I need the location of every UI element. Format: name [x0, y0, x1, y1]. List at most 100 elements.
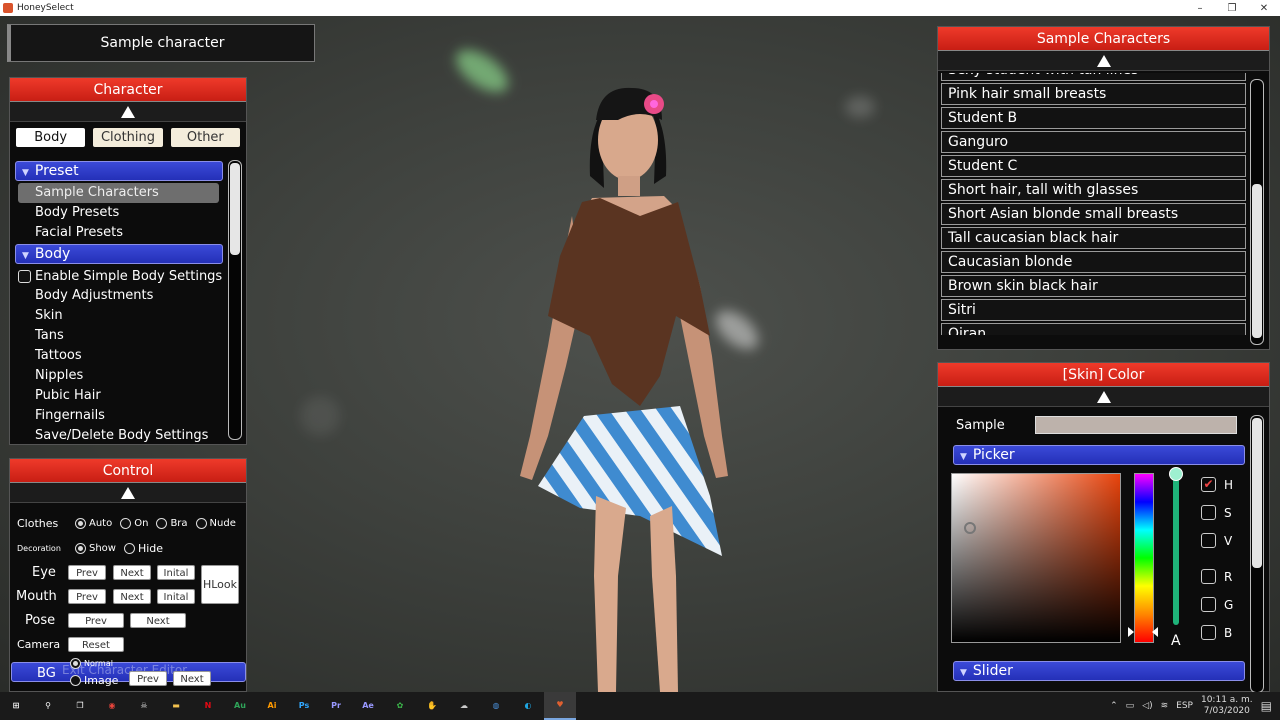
list-item[interactable]: Brown skin black hair — [941, 275, 1246, 297]
list-item[interactable]: Short hair, tall with glasses — [941, 179, 1246, 201]
list-item[interactable]: Sexy student with tan lines — [941, 73, 1246, 81]
pose-next-button[interactable]: Next — [130, 613, 186, 628]
menu-item-skin[interactable]: Skin — [15, 306, 223, 326]
section-body[interactable]: ▼ Body — [15, 244, 223, 264]
section-picker[interactable]: ▼ Picker — [953, 445, 1245, 465]
alpha-handle[interactable] — [1169, 467, 1183, 481]
illustrator-icon[interactable]: Ai — [256, 692, 288, 720]
list-item[interactable]: Student B — [941, 107, 1246, 129]
clothes-auto-radio[interactable]: Auto — [75, 518, 112, 529]
scrollbar-thumb[interactable] — [230, 163, 240, 255]
menu-item-nipples[interactable]: Nipples — [15, 366, 223, 386]
hue-slider[interactable] — [1134, 473, 1154, 643]
bg-prev-button[interactable]: Prev — [129, 671, 167, 686]
channel-r-checkbox[interactable]: R — [1201, 569, 1232, 584]
enable-simple-body-checkbox[interactable]: Enable Simple Body Settings — [15, 266, 223, 286]
scrollbar-thumb[interactable] — [1252, 418, 1262, 568]
tab-other[interactable]: Other — [170, 128, 240, 147]
sample-characters-scrollbar[interactable] — [1250, 79, 1264, 345]
channel-b-checkbox[interactable]: B — [1201, 625, 1232, 640]
list-item[interactable]: Ganguro — [941, 131, 1246, 153]
collapse-toggle[interactable] — [938, 387, 1269, 407]
netflix-icon[interactable]: N — [192, 692, 224, 720]
list-item[interactable]: Tall caucasian black hair — [941, 227, 1246, 249]
maximize-button[interactable]: ❐ — [1216, 3, 1248, 14]
mouth-inital-button[interactable]: Inital — [157, 589, 195, 604]
clock[interactable]: 10:11 a. m. 7/03/2020 — [1201, 695, 1253, 717]
list-item[interactable]: Sitri — [941, 299, 1246, 321]
animate-icon[interactable]: Au — [224, 692, 256, 720]
close-button[interactable]: ✕ — [1248, 3, 1280, 14]
list-item[interactable]: Oiran — [941, 323, 1246, 335]
channel-g-checkbox[interactable]: G — [1201, 597, 1233, 612]
bg-image-radio[interactable]: Image — [70, 674, 118, 687]
menu-item-facial-presets[interactable]: Facial Presets — [15, 223, 223, 243]
saturation-value-square[interactable] — [951, 473, 1121, 643]
clothes-nude-radio[interactable]: Nude — [195, 518, 236, 529]
menu-item-body-adjustments[interactable]: Body Adjustments — [15, 286, 223, 306]
hlook-button[interactable]: HLook — [201, 565, 239, 604]
channel-h-checkbox[interactable]: ✔ H — [1201, 477, 1233, 492]
notification-icon[interactable]: ▤ — [1261, 699, 1272, 713]
bg-normal-radio[interactable]: Normal — [70, 658, 113, 669]
photoshop-icon[interactable]: Ps — [288, 692, 320, 720]
collapse-toggle[interactable] — [10, 102, 246, 122]
green-app-icon[interactable]: ✿ — [384, 692, 416, 720]
task-view-icon[interactable]: ❐ — [64, 692, 96, 720]
minimize-button[interactable]: – — [1184, 3, 1216, 14]
language-indicator[interactable]: ESP — [1176, 701, 1193, 711]
mouth-prev-button[interactable]: Prev — [68, 589, 106, 604]
collapse-toggle[interactable] — [938, 51, 1269, 71]
section-preset[interactable]: ▼ Preset — [15, 161, 223, 181]
character-scrollbar[interactable] — [228, 160, 242, 440]
hue-handle-icon[interactable] — [1128, 627, 1134, 637]
menu-item-body-presets[interactable]: Body Presets — [15, 203, 223, 223]
clothes-bra-radio[interactable]: Bra — [156, 518, 188, 529]
list-item[interactable]: Pink hair small breasts — [941, 83, 1246, 105]
search-icon[interactable]: ⚲ — [32, 692, 64, 720]
scrollbar-thumb[interactable] — [1252, 184, 1262, 338]
menu-item-fingernails[interactable]: Fingernails — [15, 406, 223, 426]
list-item[interactable]: Student C — [941, 155, 1246, 177]
clothes-on-radio[interactable]: On — [120, 518, 148, 529]
start-icon[interactable]: ⊞ — [0, 692, 32, 720]
steam-like-icon[interactable]: ☁ — [448, 692, 480, 720]
alpha-slider[interactable] — [1173, 475, 1179, 625]
blue-app-icon[interactable]: ◍ — [480, 692, 512, 720]
decoration-hide-radio[interactable]: Hide — [123, 542, 163, 555]
menu-item-tattoos[interactable]: Tattoos — [15, 346, 223, 366]
list-item[interactable]: Short Asian blonde small breasts — [941, 203, 1246, 225]
list-item[interactable]: Caucasian blonde — [941, 251, 1246, 273]
tray-volume-icon[interactable]: ◁) — [1142, 701, 1152, 711]
picker-cursor-icon[interactable] — [964, 522, 976, 534]
tray-wifi-icon[interactable]: ≋ — [1161, 701, 1169, 711]
eye-next-button[interactable]: Next — [113, 565, 151, 580]
skin-color-scrollbar[interactable] — [1250, 415, 1264, 693]
chrome-icon[interactable]: ◉ — [96, 692, 128, 720]
pose-prev-button[interactable]: Prev — [68, 613, 124, 628]
menu-item-pubic-hair[interactable]: Pubic Hair — [15, 386, 223, 406]
tab-body[interactable]: Body — [16, 128, 86, 147]
hue-handle-icon[interactable] — [1152, 627, 1158, 637]
hand-app-icon[interactable]: ✋ — [416, 692, 448, 720]
eye-prev-button[interactable]: Prev — [68, 565, 106, 580]
camera-reset-button[interactable]: Reset — [68, 637, 124, 652]
menu-item-tans[interactable]: Tans — [15, 326, 223, 346]
decoration-show-radio[interactable]: Show — [75, 543, 116, 554]
menu-item-save-delete-body[interactable]: Save/Delete Body Settings — [15, 426, 223, 446]
mouth-next-button[interactable]: Next — [113, 589, 151, 604]
mask-app-icon[interactable]: ☠ — [128, 692, 160, 720]
collapse-toggle[interactable] — [10, 483, 246, 503]
bg-next-button[interactable]: Next — [173, 671, 211, 686]
eye-inital-button[interactable]: Inital — [157, 565, 195, 580]
edge-icon[interactable]: ◐ — [512, 692, 544, 720]
channel-s-checkbox[interactable]: S — [1201, 505, 1232, 520]
folder-icon[interactable]: ▬ — [160, 692, 192, 720]
channel-v-checkbox[interactable]: V — [1201, 533, 1232, 548]
tab-clothing[interactable]: Clothing — [93, 128, 163, 147]
honeyselect-icon[interactable]: ♥ — [544, 692, 576, 720]
tray-network-icon[interactable]: ▭ — [1126, 701, 1135, 711]
tray-chevron-icon[interactable]: ⌃ — [1110, 701, 1118, 711]
premiere-icon[interactable]: Pr — [320, 692, 352, 720]
menu-item-sample-characters[interactable]: Sample Characters — [18, 183, 219, 203]
